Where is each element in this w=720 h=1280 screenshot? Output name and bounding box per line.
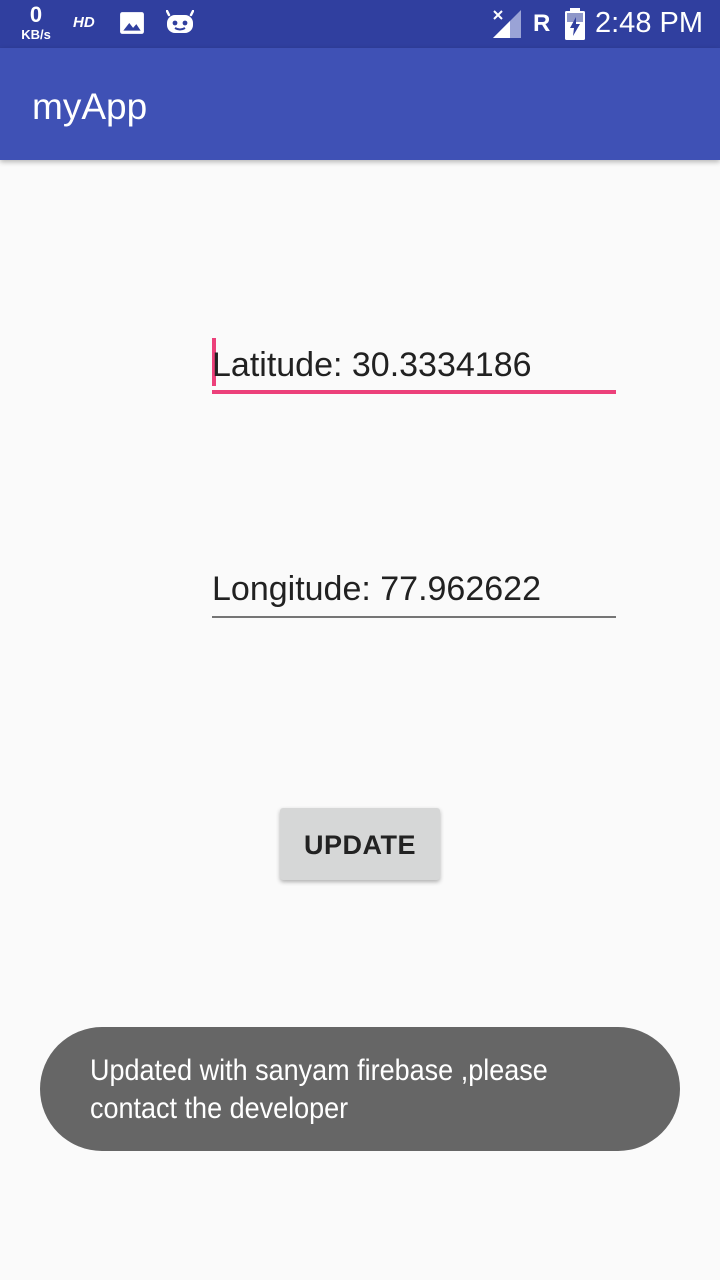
hd-label: HD: [73, 14, 95, 31]
toast: Updated with sanyam firebase ,please con…: [40, 1027, 680, 1151]
battery-icon: [565, 8, 585, 40]
latitude-underline: [212, 390, 616, 394]
net-speed-value: 0: [29, 2, 43, 27]
roaming-indicator: R: [533, 10, 551, 37]
longitude-field[interactable]: Longitude: 77.962622: [212, 562, 616, 618]
longitude-underline: [212, 616, 616, 618]
app-bar: myApp: [0, 48, 720, 160]
net-speed-unit: KB/s: [21, 27, 51, 42]
android-icon: [166, 10, 194, 33]
latitude-field[interactable]: Latitude: 30.3334186: [212, 338, 616, 394]
image-icon: [120, 12, 144, 34]
update-button[interactable]: UPDATE: [280, 808, 440, 880]
longitude-value: Longitude: 77.962622: [212, 570, 541, 608]
status-bar: 0 KB/s HD R 2:48 PM: [0, 0, 720, 48]
signal-icon: [493, 10, 521, 38]
app-title: myApp: [32, 86, 148, 127]
toast-message: Updated with sanyam firebase ,please con…: [90, 1054, 548, 1125]
latitude-value: Latitude: 30.3334186: [212, 346, 532, 384]
net-speed-indicator: 0 KB/s: [14, 2, 58, 42]
status-time: 2:48 PM: [595, 7, 703, 39]
